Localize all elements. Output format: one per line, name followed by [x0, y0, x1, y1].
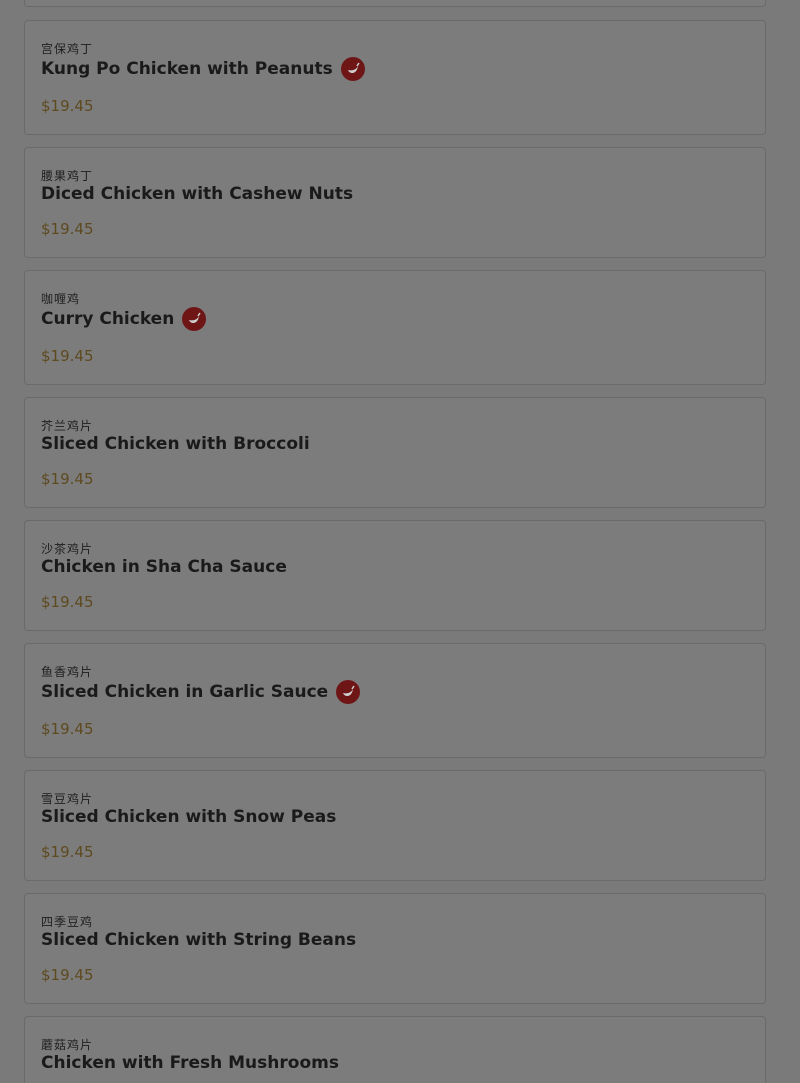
item-chinese-name: 四季豆鸡	[41, 915, 94, 929]
chili-pepper-icon	[340, 57, 365, 81]
menu-item-card[interactable]: 四季豆鸡 Sliced Chicken with String Beans $1…	[24, 893, 766, 1004]
item-name: Kung Po Chicken with Peanuts	[41, 59, 333, 79]
item-chinese-name: 宫保鸡丁	[41, 42, 94, 56]
chili-pepper-icon	[182, 307, 207, 331]
item-name: Chicken with Fresh Mushrooms	[41, 1053, 339, 1073]
item-chinese-name: 咖喱鸡	[41, 292, 81, 306]
menu-item-card[interactable]: 腰果鸡丁 Diced Chicken with Cashew Nuts $19.…	[24, 147, 766, 258]
item-name: Diced Chicken with Cashew Nuts	[41, 184, 354, 204]
menu-item-card-partial[interactable]	[24, 0, 766, 7]
item-name: Sliced Chicken with String Beans	[41, 930, 357, 950]
item-price: $19.45	[41, 966, 94, 984]
item-chinese-name: 腰果鸡丁	[41, 169, 94, 183]
item-name: Sliced Chicken in Garlic Sauce	[41, 682, 329, 702]
menu-item-card[interactable]: 宫保鸡丁 Kung Po Chicken with Peanuts $19.45	[24, 20, 766, 135]
item-price: $19.45	[41, 593, 94, 611]
item-price: $19.45	[41, 97, 94, 115]
item-price: $19.45	[41, 347, 94, 365]
item-chinese-name: 沙茶鸡片	[41, 542, 94, 556]
item-name: Chicken in Sha Cha Sauce	[41, 557, 287, 577]
item-price: $19.45	[41, 470, 94, 488]
menu-item-card[interactable]: 雪豆鸡片 Sliced Chicken with Snow Peas $19.4…	[24, 770, 766, 881]
item-chinese-name: 鱼香鸡片	[41, 665, 94, 679]
item-name: Curry Chicken	[41, 309, 175, 329]
item-price: $19.45	[41, 720, 94, 738]
menu-item-card[interactable]: 芥兰鸡片 Sliced Chicken with Broccoli $19.45	[24, 397, 766, 508]
item-price: $19.45	[41, 220, 94, 238]
item-price: $19.45	[41, 843, 94, 861]
item-chinese-name: 雪豆鸡片	[41, 792, 94, 806]
menu-item-card[interactable]: 沙茶鸡片 Chicken in Sha Cha Sauce $19.45	[24, 520, 766, 631]
item-name: Sliced Chicken with Snow Peas	[41, 807, 337, 827]
item-chinese-name: 芥兰鸡片	[41, 419, 94, 433]
menu-item-card[interactable]: 鱼香鸡片 Sliced Chicken in Garlic Sauce $19.…	[24, 643, 766, 758]
menu-item-card[interactable]: 蘑菇鸡片 Chicken with Fresh Mushrooms	[24, 1016, 766, 1083]
item-chinese-name: 蘑菇鸡片	[41, 1038, 94, 1052]
chili-pepper-icon	[336, 680, 361, 704]
item-name: Sliced Chicken with Broccoli	[41, 434, 310, 454]
menu-item-card[interactable]: 咖喱鸡 Curry Chicken $19.45	[24, 270, 766, 385]
